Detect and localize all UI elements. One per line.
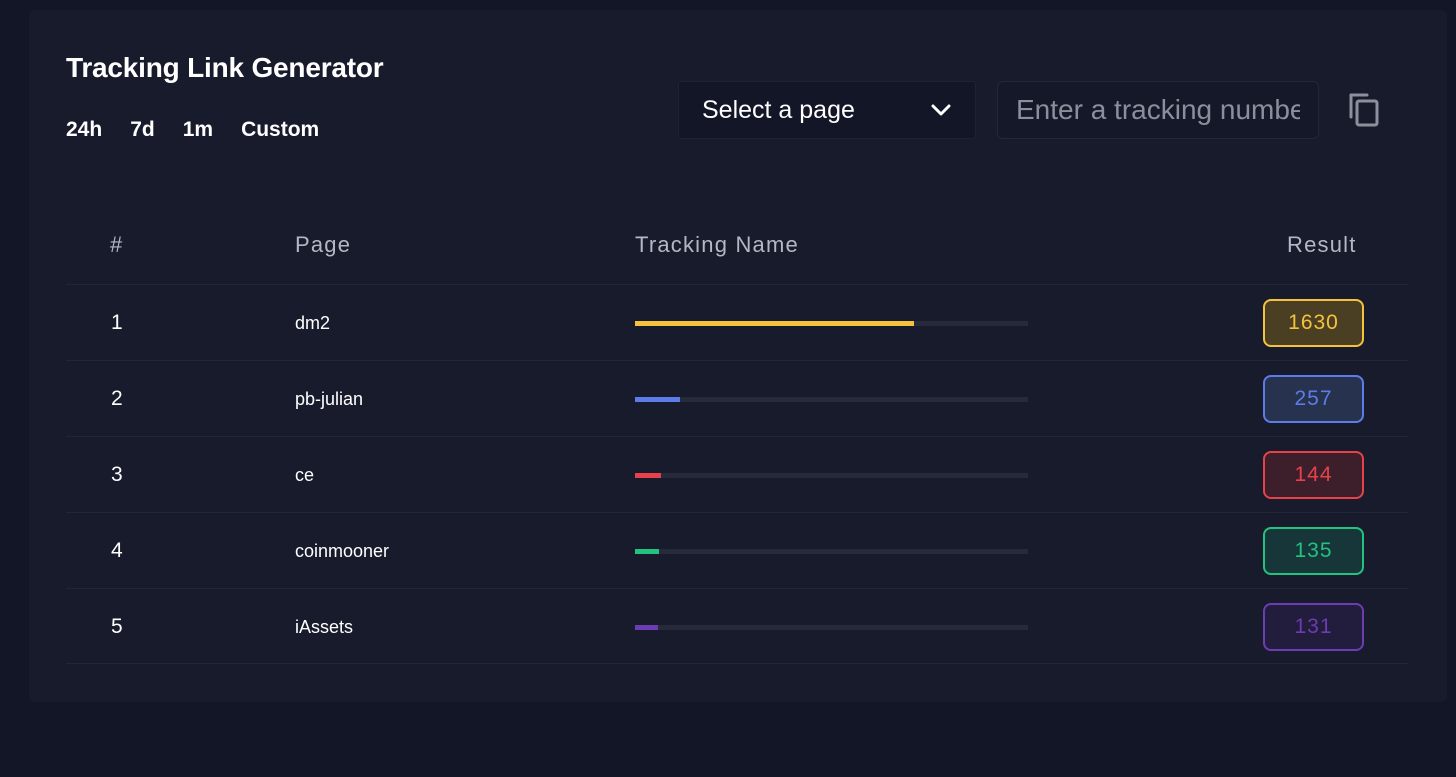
page-title: Tracking Link Generator	[66, 52, 384, 83]
table-row[interactable]: 2 pb-julian 257	[66, 360, 1408, 436]
tracking-number-input[interactable]	[997, 81, 1319, 139]
row-page-name: iAssets	[295, 616, 354, 637]
tracking-progress-fill	[635, 625, 658, 630]
row-page-name: ce	[295, 464, 315, 485]
tracking-progress-fill	[635, 321, 915, 326]
tracking-progress-track	[635, 625, 1028, 630]
tracking-progress-track	[635, 397, 1028, 402]
row-page-name: pb-julian	[295, 388, 364, 409]
column-rank: #	[110, 232, 124, 257]
tracking-card: Tracking Link Generator 24h 7d 1m Custom…	[29, 10, 1447, 702]
row-rank: 4	[111, 539, 123, 562]
chevron-down-icon	[931, 104, 951, 116]
table-row[interactable]: 5 iAssets 131	[66, 588, 1408, 664]
column-tracking-name: Tracking Name	[635, 232, 799, 257]
result-badge: 131	[1263, 603, 1364, 651]
column-result: Result	[1287, 232, 1357, 257]
row-rank: 1	[111, 311, 123, 334]
row-rank: 2	[111, 387, 123, 410]
row-rank: 5	[111, 615, 123, 638]
result-badge: 144	[1263, 451, 1364, 499]
table-row[interactable]: 1 dm2 1630	[66, 284, 1408, 360]
table-header: # Page Tracking Name Result	[66, 232, 1408, 262]
row-page-name: dm2	[295, 312, 331, 333]
table-row[interactable]: 3 ce 144	[66, 436, 1408, 512]
range-7d[interactable]: 7d	[130, 118, 155, 142]
range-1m[interactable]: 1m	[183, 118, 213, 142]
page-select[interactable]: Select a page	[678, 81, 976, 139]
result-badge: 1630	[1263, 299, 1364, 347]
time-range-filters: 24h 7d 1m Custom	[66, 118, 347, 142]
tracking-progress-fill	[635, 549, 659, 554]
copy-icon[interactable]	[1347, 92, 1381, 128]
table-row[interactable]: 4 coinmooner 135	[66, 512, 1408, 588]
table-body: 1 dm2 1630 2 pb-julian 257 3 ce 144 4 coinmooner 13…	[66, 284, 1408, 664]
page-select-label: Select a page	[702, 95, 855, 124]
column-page: Page	[295, 232, 352, 257]
range-custom[interactable]: Custom	[241, 118, 319, 142]
tracking-progress-fill	[635, 473, 661, 478]
result-badge: 257	[1263, 375, 1364, 423]
tracking-progress-track	[635, 549, 1028, 554]
tracking-progress-track	[635, 473, 1028, 478]
range-24h[interactable]: 24h	[66, 118, 102, 142]
row-rank: 3	[111, 463, 123, 486]
tracking-progress-fill	[635, 397, 681, 402]
row-page-name: coinmooner	[295, 540, 390, 561]
tracking-progress-track	[635, 321, 1028, 326]
result-badge: 135	[1263, 527, 1364, 575]
